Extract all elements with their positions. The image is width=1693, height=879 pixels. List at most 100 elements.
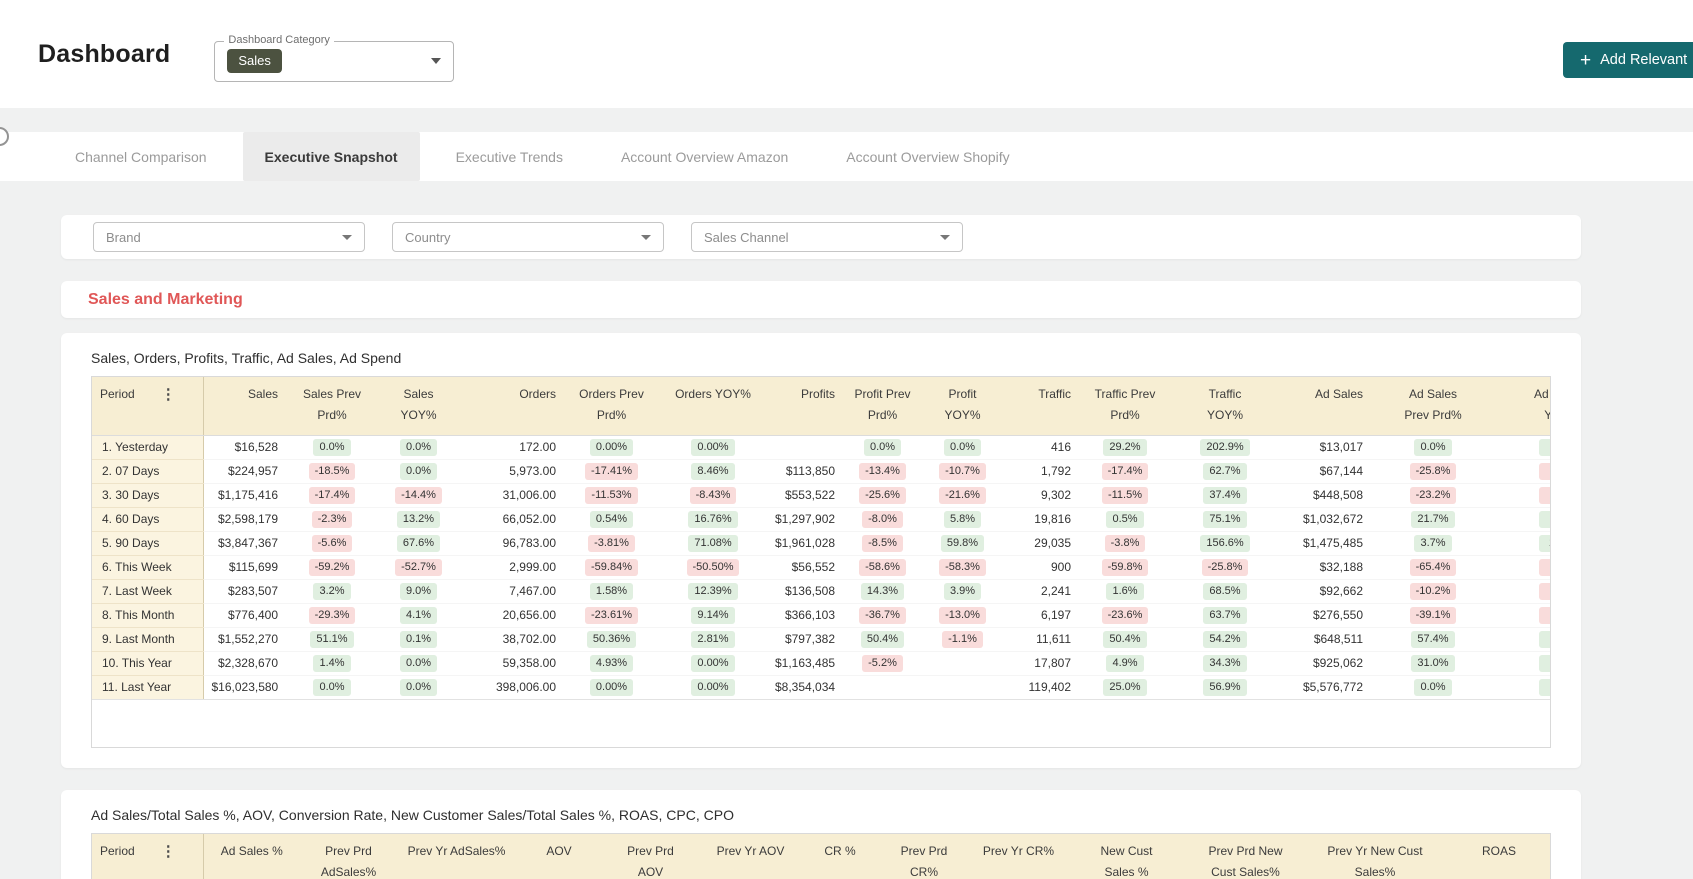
data-cell: -25.8%	[1371, 459, 1495, 484]
data-cell: -65.4%	[1371, 555, 1495, 580]
negative-change-badge: -10.2%	[1409, 582, 1457, 600]
data-cell: 0	[1495, 435, 1550, 460]
table-row: 7. Last Week $283,507 3.2% 9.0% 7,467.00 1.58…	[92, 579, 1550, 604]
positive-change-badge: 0.00%	[691, 654, 735, 672]
table-row: 11. Last Year $16,023,580 0.0% 0.0% 398,006.…	[92, 675, 1550, 700]
tab-account-overview-shopify[interactable]: Account Overview Shopify	[824, 132, 1031, 181]
table-row: 4. 60 Days $2,598,179 -2.3% 13.2% 66,052.00 0…	[92, 507, 1550, 532]
data-cell: 0.00%	[659, 675, 767, 700]
plus-icon: +	[1580, 49, 1592, 71]
data-cell: 7,467.00	[459, 579, 564, 604]
data-cell: -1	[1495, 459, 1550, 484]
negative-change-badge: -58.3%	[939, 558, 986, 576]
positive-change-badge: 3.9%	[943, 582, 982, 600]
negative-change-badge: -50.50%	[686, 558, 740, 576]
table-scroll-area[interactable]: Period ⋮ Ad Sales % Prev Prd AdSales% Prev Yr…	[91, 833, 1551, 879]
table-scroll-area[interactable]: Period ⋮ Sales Sales Prev Prd% Sales YOY% Order…	[91, 376, 1551, 748]
data-cell: $1,297,902	[767, 507, 843, 532]
positive-change-badge: 0.0%	[399, 678, 438, 696]
positive-change-badge: 3.2%	[313, 582, 351, 600]
positive-change-badge: 202.9%	[1200, 438, 1250, 456]
tab-account-overview-amazon[interactable]: Account Overview Amazon	[599, 132, 810, 181]
data-cell: $1,175,416	[203, 483, 286, 508]
data-cell: -18.5%	[286, 459, 378, 484]
tab-executive-snapshot[interactable]: Executive Snapshot	[242, 132, 420, 181]
filter-bar: Brand Country Sales Channel	[61, 215, 1581, 259]
data-cell: $92,662	[1279, 579, 1371, 604]
sales-channel-select[interactable]: Sales Channel	[691, 222, 963, 252]
column-header: Prev Yr AdSales%	[397, 834, 516, 879]
data-cell: -11.53%	[564, 483, 659, 508]
negative-change-badge: -13.4%	[859, 462, 906, 480]
data-cell: -2	[1495, 483, 1550, 508]
column-menu-icon[interactable]: ⋮	[161, 844, 176, 859]
column-header: Orders	[459, 377, 564, 436]
positive-change-badge: 1.4%	[313, 654, 351, 672]
data-cell: 5.8%	[922, 507, 1003, 532]
positive-change-badge: 16.76%	[688, 510, 738, 528]
positive-change-badge: 63.7%	[1203, 606, 1247, 624]
data-cell: 4.9%	[1079, 651, 1171, 676]
add-relevant-button[interactable]: + Add Relevant	[1563, 42, 1693, 78]
positive-change-badge: 50.4%	[860, 630, 905, 648]
data-cell: $366,103	[767, 603, 843, 628]
period-cell: 5. 90 Days	[92, 531, 204, 556]
positive-change-badge: 0.0%	[313, 678, 351, 696]
data-cell: 2,999.00	[459, 555, 564, 580]
column-header: Profit YOY%	[922, 377, 1003, 436]
dashboard-category-select[interactable]: Dashboard Category Sales	[214, 33, 455, 82]
data-cell: -52.7%	[378, 555, 459, 580]
data-cell: 50.4%	[843, 627, 922, 652]
data-cell: -25.6%	[843, 483, 922, 508]
positive-change-badge: 0.0%	[399, 654, 438, 672]
negative-change-badge: -21.6%	[939, 486, 986, 504]
positive-change-badge: 0.00%	[589, 438, 634, 456]
data-cell: $553,522	[767, 483, 843, 508]
positive-change-badge: 4.93%	[589, 654, 634, 672]
data-cell: $448,508	[1279, 483, 1371, 508]
data-cell: 14.3%	[843, 579, 922, 604]
data-cell: -59.2%	[286, 555, 378, 580]
table-card-ad-sales-ratios: Ad Sales/Total Sales %, AOV, Conversion …	[61, 790, 1581, 879]
data-cell: 416	[1003, 435, 1079, 460]
data-cell: -21.6%	[922, 483, 1003, 508]
positive-change-badge: 9.14%	[691, 606, 735, 624]
data-cell: -13.4%	[843, 459, 922, 484]
positive-change-badge: 62.7%	[1203, 462, 1247, 480]
positive-change-badge: 14.3%	[860, 582, 905, 600]
data-cell: 0.0%	[378, 675, 459, 700]
data-cell: 51.1%	[286, 627, 378, 652]
data-cell: 71.08%	[659, 531, 767, 556]
data-cell: 57.4%	[1371, 627, 1495, 652]
tab-channel-comparison[interactable]: Channel Comparison	[53, 132, 229, 181]
table-row: 2. 07 Days $224,957 -18.5% 0.0% 5,973.00 -17.…	[92, 459, 1550, 484]
column-header: Prev Prd AOV	[602, 834, 699, 879]
data-cell: -39.1%	[1371, 603, 1495, 628]
positive-change-badge: 8.46%	[691, 462, 735, 480]
positive-change-badge: 57.4%	[1411, 630, 1455, 648]
negative-change-badge: -11.5%	[1101, 486, 1149, 504]
data-cell: 96,783.00	[459, 531, 564, 556]
period-cell: 4. 60 Days	[92, 507, 204, 532]
positive-change-badge: 0.0%	[399, 438, 438, 456]
chevron-down-icon	[431, 58, 442, 64]
data-cell: $136,508	[767, 579, 843, 604]
positive-change-badge: 0	[1539, 438, 1550, 456]
positive-change-badge: 0.00%	[691, 678, 735, 696]
period-cell: 9. Last Month	[92, 627, 204, 652]
brand-select[interactable]: Brand	[93, 222, 365, 252]
positive-change-badge: 75.1%	[1203, 510, 1247, 528]
negative-change-badge: -23.6%	[1101, 606, 1149, 624]
country-select[interactable]: Country	[392, 222, 664, 252]
negative-change-badge: -2	[1539, 486, 1550, 504]
negative-change-badge: -17.4%	[1101, 462, 1149, 480]
period-cell: 6. This Week	[92, 555, 204, 580]
data-cell: $2,598,179	[203, 507, 286, 532]
data-cell: 1.4%	[286, 651, 378, 676]
column-menu-icon[interactable]: ⋮	[161, 387, 176, 402]
data-cell: -58.6%	[843, 555, 922, 580]
tab-executive-trends[interactable]: Executive Trends	[434, 132, 585, 181]
positive-change-badge: 0.00%	[691, 438, 735, 456]
data-cell: 900	[1003, 555, 1079, 580]
column-header: Sales	[203, 377, 286, 436]
